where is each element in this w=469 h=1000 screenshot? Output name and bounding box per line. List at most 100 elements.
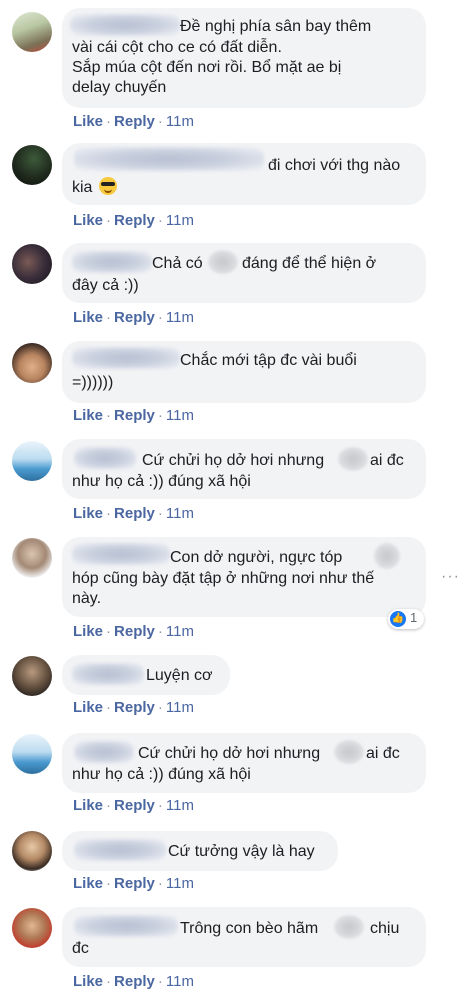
avatar[interactable] (12, 908, 52, 948)
comment-actions: Like · Reply · 11m (73, 505, 194, 522)
comment-text: Con dở người, ngực tóp (170, 549, 343, 566)
comment-bubble: Chắc mới tập đc vài buổi =)))))) (62, 341, 426, 403)
like-link[interactable]: Like (73, 505, 103, 522)
like-link[interactable]: Like (73, 407, 103, 424)
like-link[interactable]: Like (73, 309, 103, 326)
comment-actions: Like · Reply · 11m (73, 623, 194, 640)
comment-text: kia (72, 177, 117, 198)
like-link[interactable]: Like (73, 797, 103, 814)
reply-link[interactable]: Reply (114, 212, 155, 229)
comment-actions: Like · Reply · 11m (73, 407, 194, 424)
timestamp[interactable]: 11m (166, 973, 194, 990)
reply-link[interactable]: Reply (114, 797, 155, 814)
comment-text: đáng để thể hiện ở (242, 255, 377, 272)
blurred-name (70, 14, 180, 36)
blurred-word (334, 740, 364, 764)
blurred-name (74, 741, 134, 763)
avatar[interactable] (12, 343, 52, 383)
comment-bubble: đi chơi với thg nào kia (62, 143, 426, 205)
comment-text: Chả có (152, 255, 203, 272)
comment-text: Cứ chửi họ dở hơi nhưng (138, 745, 321, 762)
timestamp[interactable]: 11m (166, 407, 194, 424)
comment-actions: Like · Reply · 11m (73, 113, 194, 130)
reaction-summary[interactable]: 👍 1 (388, 609, 424, 629)
timestamp[interactable]: 11m (166, 623, 194, 640)
blurred-name (74, 447, 136, 469)
avatar[interactable] (12, 538, 52, 578)
comment-text: =)))))) (72, 374, 114, 391)
smiling-face-with-sunglasses-icon (98, 177, 117, 195)
comment-text: đc (72, 940, 89, 957)
comment-text: Luyện cơ (146, 667, 213, 684)
blurred-word (374, 543, 400, 569)
blurred-word (208, 250, 238, 274)
blurred-name (72, 251, 152, 273)
comment-text: như họ cả :)) đúng xã hội (72, 473, 251, 490)
comment-actions: Like · Reply · 11m (73, 875, 194, 892)
comment-text: ai đc (366, 745, 400, 762)
timestamp[interactable]: 11m (166, 505, 194, 522)
comment-bubble: Cứ tưởng vậy là hay (62, 831, 338, 871)
avatar[interactable] (12, 656, 52, 696)
comment-actions: Like · Reply · 11m (73, 797, 194, 814)
timestamp[interactable]: 11m (166, 113, 194, 130)
like-reaction-icon: 👍 (390, 611, 406, 627)
reply-link[interactable]: Reply (114, 875, 155, 892)
comment-text: ai đc (370, 452, 404, 469)
comment-actions: Like · Reply · 11m (73, 699, 194, 716)
comment-text: delay chuyến (72, 79, 167, 96)
blurred-name (72, 543, 170, 565)
blurred-name (74, 839, 166, 861)
comment-bubble: Chả có đáng để thể hiện ở đây cả :)) (62, 243, 426, 303)
reply-link[interactable]: Reply (114, 113, 155, 130)
like-link[interactable]: Like (73, 699, 103, 716)
comment-text: đi chơi với thg nào (268, 157, 401, 174)
like-link[interactable]: Like (73, 875, 103, 892)
blurred-name (74, 147, 264, 171)
comment-text: hóp cũng bày đặt tập ở những nơi như thế (72, 570, 375, 587)
like-link[interactable]: Like (73, 973, 103, 990)
timestamp[interactable]: 11m (166, 699, 194, 716)
comment-actions: Like · Reply · 11m (73, 973, 194, 990)
comment-bubble: Cứ chửi họ dở hơi nhưng ai đc như họ cả … (62, 733, 426, 793)
avatar[interactable] (12, 12, 52, 52)
comment-text: Chắc mới tập đc vài buổi (180, 352, 357, 369)
comment-bubble: Trông con bèo hãm chịu đc (62, 907, 426, 967)
comment-bubble: Đề nghị phía sân bay thêm vài cái cột ch… (62, 8, 426, 108)
timestamp[interactable]: 11m (166, 875, 194, 892)
blurred-word (338, 447, 368, 471)
reply-link[interactable]: Reply (114, 505, 155, 522)
comment-text: Sắp múa cột đến nơi rồi. Bổ mặt ae bị (72, 59, 342, 76)
more-options-icon[interactable]: ··· (441, 568, 460, 586)
avatar[interactable] (12, 244, 52, 284)
reaction-count: 1 (410, 610, 418, 625)
reply-link[interactable]: Reply (114, 309, 155, 326)
reply-link[interactable]: Reply (114, 623, 155, 640)
avatar[interactable] (12, 145, 52, 185)
blurred-name (72, 347, 180, 369)
comment-text: đây cả :)) (72, 277, 139, 294)
reply-link[interactable]: Reply (114, 973, 155, 990)
timestamp[interactable]: 11m (166, 797, 194, 814)
like-link[interactable]: Like (73, 212, 103, 229)
comment-text: này. (72, 590, 102, 607)
avatar[interactable] (12, 734, 52, 774)
reply-link[interactable]: Reply (114, 407, 155, 424)
avatar[interactable] (12, 831, 52, 871)
blurred-name (74, 915, 178, 937)
timestamp[interactable]: 11m (166, 212, 194, 229)
like-link[interactable]: Like (73, 113, 103, 130)
like-link[interactable]: Like (73, 623, 103, 640)
comment-text: Cứ tưởng vậy là hay (168, 843, 315, 860)
comment-bubble: Cứ chửi họ dở hơi nhưng ai đc như họ cả … (62, 439, 426, 499)
comment-text: Đề nghị phía sân bay thêm (180, 18, 372, 35)
reply-link[interactable]: Reply (114, 699, 155, 716)
comment-bubble: Con dở người, ngực tóp hóp cũng bày đặt … (62, 537, 426, 617)
blurred-name (72, 663, 144, 685)
comment-text: Trông con bèo hãm (180, 920, 319, 937)
comment-actions: Like · Reply · 11m (73, 309, 194, 326)
avatar[interactable] (12, 441, 52, 481)
timestamp[interactable]: 11m (166, 309, 194, 326)
comment-text: vài cái cột cho ce có đất diễn. (72, 39, 282, 56)
comment-text: Cứ chửi họ dở hơi nhưng (142, 452, 325, 469)
